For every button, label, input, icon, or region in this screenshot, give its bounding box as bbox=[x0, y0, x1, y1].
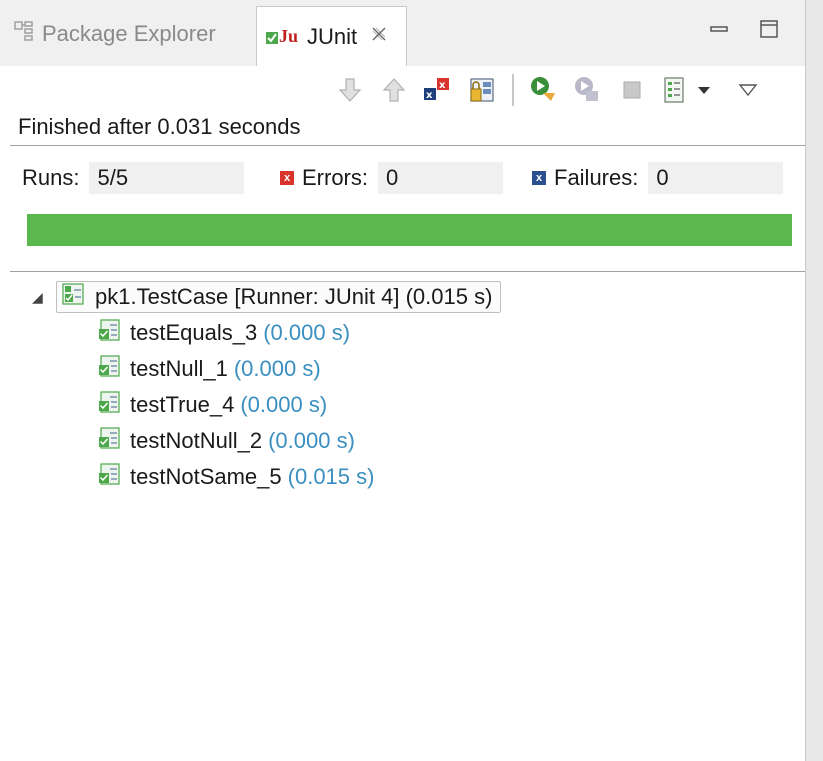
divider bbox=[10, 271, 805, 272]
runs-counter: Runs: 5/5 bbox=[22, 162, 245, 194]
test-name: testNotNull_2 bbox=[130, 428, 263, 453]
test-passed-icon bbox=[98, 353, 122, 385]
expand-collapse-icon[interactable]: ◢ bbox=[32, 289, 46, 306]
junit-view: Package Explorer Ju JUnit x x Finished a… bbox=[0, 0, 823, 761]
tree-item[interactable]: testNotNull_2 (0.000 s) bbox=[98, 424, 355, 458]
view-menu-icon[interactable] bbox=[732, 74, 764, 106]
tab-package-explorer[interactable]: Package Explorer bbox=[14, 6, 216, 62]
tab-junit[interactable]: Ju JUnit bbox=[256, 6, 407, 66]
show-failures-only-icon[interactable]: x x bbox=[422, 74, 454, 106]
svg-text:x: x bbox=[426, 90, 433, 101]
tree-root-label: pk1.TestCase [Runner: JUnit 4] (0.015 s) bbox=[95, 284, 493, 309]
tree-item[interactable]: testNotSame_5 (0.015 s) bbox=[98, 460, 374, 494]
failures-counter: x Failures: 0 bbox=[532, 162, 784, 194]
junit-toolbar: x x bbox=[322, 68, 764, 112]
errors-counter: x Errors: 0 bbox=[280, 162, 503, 194]
tab-junit-label: JUnit bbox=[307, 23, 358, 49]
test-run-history-icon[interactable] bbox=[660, 74, 692, 106]
rerun-failures-first-icon[interactable] bbox=[572, 74, 604, 106]
close-tab-icon[interactable] bbox=[371, 26, 387, 47]
test-name: testEquals_3 bbox=[130, 320, 258, 345]
test-passed-icon bbox=[98, 389, 122, 421]
test-time: (0.000 s) bbox=[233, 356, 321, 381]
maximize-view-icon[interactable] bbox=[758, 18, 780, 46]
tab-strip: Package Explorer Ju JUnit bbox=[0, 0, 805, 66]
divider bbox=[10, 145, 805, 146]
test-name: testTrue_4 bbox=[130, 392, 235, 417]
failures-value: 0 bbox=[648, 162, 784, 194]
right-edge-border bbox=[805, 0, 823, 761]
next-failure-icon[interactable] bbox=[334, 74, 366, 106]
history-dropdown-icon[interactable] bbox=[694, 74, 714, 106]
tree-root-node[interactable]: ◢ pk1.TestCase [Runner: JUnit 4] (0.015 … bbox=[32, 281, 502, 313]
progress-bar-fill bbox=[27, 214, 792, 246]
runs-value: 5/5 bbox=[89, 162, 245, 194]
tree-item[interactable]: testNull_1 (0.000 s) bbox=[98, 352, 321, 386]
errors-label: Errors: bbox=[302, 165, 368, 190]
test-suite-passed-icon bbox=[61, 281, 87, 313]
package-explorer-icon bbox=[14, 21, 34, 47]
rerun-test-icon[interactable] bbox=[528, 74, 560, 106]
failure-icon: x bbox=[532, 171, 546, 185]
test-time: (0.000 s) bbox=[263, 320, 351, 345]
scroll-lock-icon[interactable] bbox=[466, 74, 498, 106]
progress-bar bbox=[27, 214, 792, 246]
errors-value: 0 bbox=[378, 162, 503, 194]
test-passed-icon bbox=[98, 461, 122, 493]
test-name: testNotSame_5 bbox=[130, 464, 282, 489]
run-status-text: Finished after 0.031 seconds bbox=[18, 114, 301, 139]
runs-label: Runs: bbox=[22, 165, 80, 190]
minimize-view-icon[interactable] bbox=[708, 18, 730, 46]
tree-root-label-box[interactable]: pk1.TestCase [Runner: JUnit 4] (0.015 s) bbox=[56, 281, 502, 313]
svg-text:Ju: Ju bbox=[279, 26, 298, 46]
junit-icon: Ju bbox=[265, 22, 299, 52]
previous-failure-icon[interactable] bbox=[378, 74, 410, 106]
test-passed-icon bbox=[98, 317, 122, 349]
error-icon: x bbox=[280, 171, 294, 185]
svg-text:x: x bbox=[439, 80, 446, 91]
test-time: (0.015 s) bbox=[287, 464, 375, 489]
stop-test-icon[interactable] bbox=[616, 74, 648, 106]
test-passed-icon bbox=[98, 425, 122, 457]
test-name: testNull_1 bbox=[130, 356, 228, 381]
toolbar-separator bbox=[512, 74, 514, 106]
failures-label: Failures: bbox=[554, 165, 639, 190]
tree-item[interactable]: testTrue_4 (0.000 s) bbox=[98, 388, 327, 422]
test-time: (0.000 s) bbox=[240, 392, 328, 417]
test-time: (0.000 s) bbox=[268, 428, 355, 453]
tree-item[interactable]: testEquals_3 (0.000 s) bbox=[98, 316, 350, 350]
tab-package-explorer-label: Package Explorer bbox=[42, 21, 216, 46]
